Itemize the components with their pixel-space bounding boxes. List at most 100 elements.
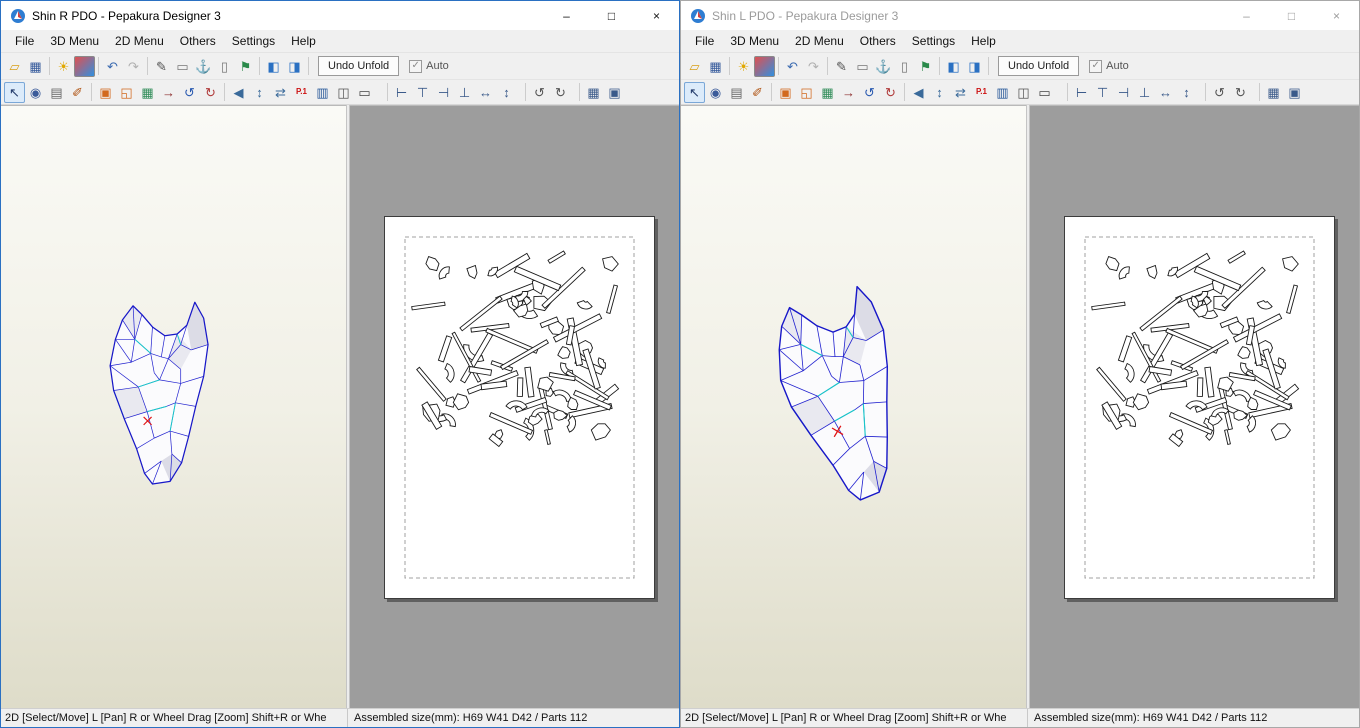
split-parts-icon[interactable]: ◱ bbox=[796, 82, 817, 103]
unfold-sheet-page[interactable] bbox=[1064, 216, 1335, 599]
scale-parts-icon[interactable]: ↕ bbox=[249, 82, 270, 103]
auto-layout-icon[interactable]: ▦ bbox=[583, 82, 604, 103]
menu-3d[interactable]: 3D Menu bbox=[42, 32, 107, 50]
anchor-icon[interactable]: ⚓ bbox=[193, 56, 214, 77]
auto-checkbox-box[interactable]: ✓ bbox=[409, 59, 423, 73]
fit-to-page-icon[interactable]: ▣ bbox=[604, 82, 625, 103]
anchor-icon[interactable]: ⚓ bbox=[873, 56, 894, 77]
spread-sheets-icon[interactable]: ⇄ bbox=[270, 82, 291, 103]
join-parts-icon[interactable]: ▣ bbox=[775, 82, 796, 103]
redo-icon[interactable]: ↷ bbox=[803, 56, 824, 77]
align-bottom-icon[interactable]: ⊥ bbox=[454, 82, 475, 103]
save-file-icon[interactable]: ▦ bbox=[705, 56, 726, 77]
film-strip-icon[interactable]: ▤ bbox=[726, 82, 747, 103]
paint-icon[interactable]: ✐ bbox=[747, 82, 768, 103]
print-icon[interactable]: ▭ bbox=[1034, 82, 1055, 103]
minimize-button[interactable]: – bbox=[1224, 1, 1269, 30]
undo-unfold-button[interactable]: Undo Unfold bbox=[998, 56, 1080, 76]
page-number-icon[interactable]: P.1 bbox=[971, 82, 992, 103]
pen-icon[interactable]: ✎ bbox=[831, 56, 852, 77]
align-left-icon[interactable]: ⊢ bbox=[1071, 82, 1092, 103]
show-3d-window-icon[interactable]: ◧ bbox=[943, 56, 964, 77]
menu-settings[interactable]: Settings bbox=[224, 32, 283, 50]
film-strip-icon[interactable]: ▤ bbox=[46, 82, 67, 103]
rotate-90-cw-icon[interactable]: ↻ bbox=[550, 82, 571, 103]
menu-3d[interactable]: 3D Menu bbox=[722, 32, 787, 50]
spread-sheets-icon[interactable]: ⇄ bbox=[950, 82, 971, 103]
edit-points-icon[interactable]: ◉ bbox=[705, 82, 726, 103]
undo-icon[interactable]: ↶ bbox=[102, 56, 123, 77]
2d-viewport[interactable] bbox=[1030, 105, 1359, 708]
title-bar[interactable]: Shin R PDO - Pepakura Designer 3 – □ × bbox=[1, 1, 679, 30]
maximize-button[interactable]: □ bbox=[589, 1, 634, 30]
paint-icon[interactable]: ✐ bbox=[67, 82, 88, 103]
3d-viewport[interactable] bbox=[1, 105, 346, 708]
textured-display-icon[interactable] bbox=[754, 55, 775, 77]
auto-checkbox-box[interactable]: ✓ bbox=[1089, 59, 1103, 73]
rotate-left-icon[interactable]: ↺ bbox=[179, 82, 200, 103]
export-image-icon[interactable]: → bbox=[158, 82, 179, 103]
open-edge-icon[interactable]: ◀ bbox=[228, 82, 249, 103]
align-top-icon[interactable]: ⊤ bbox=[1092, 82, 1113, 103]
3d-viewport[interactable] bbox=[681, 105, 1026, 708]
auto-checkbox[interactable]: ✓ Auto bbox=[409, 59, 449, 73]
open-file-icon[interactable]: ▱ bbox=[4, 56, 25, 77]
fit-to-page-icon[interactable]: ▣ bbox=[1284, 82, 1305, 103]
menu-settings[interactable]: Settings bbox=[904, 32, 963, 50]
menu-others[interactable]: Others bbox=[172, 32, 224, 50]
select-parts-icon[interactable]: ↖ bbox=[684, 81, 705, 103]
rotate-90-ccw-icon[interactable]: ↺ bbox=[529, 82, 550, 103]
insert-image-icon[interactable]: ▦ bbox=[817, 82, 838, 103]
auto-layout-icon[interactable]: ▦ bbox=[1263, 82, 1284, 103]
stamp-icon[interactable]: ▭ bbox=[852, 56, 873, 77]
print-icon[interactable]: ▭ bbox=[354, 82, 375, 103]
light-toggle-icon[interactable]: ☀ bbox=[733, 56, 754, 77]
align-top-icon[interactable]: ⊤ bbox=[412, 82, 433, 103]
close-button[interactable]: × bbox=[1314, 1, 1359, 30]
menu-others[interactable]: Others bbox=[852, 32, 904, 50]
align-right-icon[interactable]: ⊣ bbox=[1113, 82, 1134, 103]
rotate-right-icon[interactable]: ↻ bbox=[200, 82, 221, 103]
2d-viewport[interactable] bbox=[350, 105, 679, 708]
title-bar[interactable]: Shin L PDO - Pepakura Designer 3 – □ × bbox=[681, 1, 1359, 30]
print-preview-icon[interactable]: ◫ bbox=[1013, 82, 1034, 103]
insert-image-icon[interactable]: ▦ bbox=[137, 82, 158, 103]
distribute-vertical-icon[interactable]: ↕ bbox=[496, 82, 517, 103]
redo-icon[interactable]: ↷ bbox=[123, 56, 144, 77]
edit-points-icon[interactable]: ◉ bbox=[25, 82, 46, 103]
auto-checkbox[interactable]: ✓ Auto bbox=[1089, 59, 1129, 73]
unfold-sheet-page[interactable] bbox=[384, 216, 655, 599]
menu-2d[interactable]: 2D Menu bbox=[107, 32, 172, 50]
distribute-vertical-icon[interactable]: ↕ bbox=[1176, 82, 1197, 103]
select-parts-icon[interactable]: ↖ bbox=[4, 81, 25, 103]
show-2d-window-icon[interactable]: ◨ bbox=[284, 56, 305, 77]
distribute-horizontal-icon[interactable]: ↔ bbox=[1155, 82, 1176, 103]
rotate-left-icon[interactable]: ↺ bbox=[859, 82, 880, 103]
undo-icon[interactable]: ↶ bbox=[782, 56, 803, 77]
align-bottom-icon[interactable]: ⊥ bbox=[1134, 82, 1155, 103]
show-3d-window-icon[interactable]: ◧ bbox=[263, 56, 284, 77]
split-parts-icon[interactable]: ◱ bbox=[116, 82, 137, 103]
magnet-icon[interactable]: ⚑ bbox=[915, 56, 936, 77]
column-icon[interactable]: ▯ bbox=[214, 56, 235, 77]
rotate-90-cw-icon[interactable]: ↻ bbox=[1230, 82, 1251, 103]
menu-file[interactable]: File bbox=[7, 32, 42, 50]
menu-2d[interactable]: 2D Menu bbox=[787, 32, 852, 50]
pen-icon[interactable]: ✎ bbox=[151, 56, 172, 77]
show-2d-window-icon[interactable]: ◨ bbox=[964, 56, 985, 77]
align-left-icon[interactable]: ⊢ bbox=[391, 82, 412, 103]
textured-display-icon[interactable] bbox=[74, 55, 95, 77]
menu-file[interactable]: File bbox=[687, 32, 722, 50]
export-image-icon[interactable]: → bbox=[838, 82, 859, 103]
menu-help[interactable]: Help bbox=[283, 32, 324, 50]
undo-unfold-button[interactable]: Undo Unfold bbox=[318, 56, 400, 76]
sheet-info-icon[interactable]: ▥ bbox=[312, 82, 333, 103]
sheet-info-icon[interactable]: ▥ bbox=[992, 82, 1013, 103]
minimize-button[interactable]: – bbox=[544, 1, 589, 30]
save-file-icon[interactable]: ▦ bbox=[25, 56, 46, 77]
align-right-icon[interactable]: ⊣ bbox=[433, 82, 454, 103]
join-parts-icon[interactable]: ▣ bbox=[95, 82, 116, 103]
magnet-icon[interactable]: ⚑ bbox=[235, 56, 256, 77]
print-preview-icon[interactable]: ◫ bbox=[333, 82, 354, 103]
rotate-90-ccw-icon[interactable]: ↺ bbox=[1209, 82, 1230, 103]
